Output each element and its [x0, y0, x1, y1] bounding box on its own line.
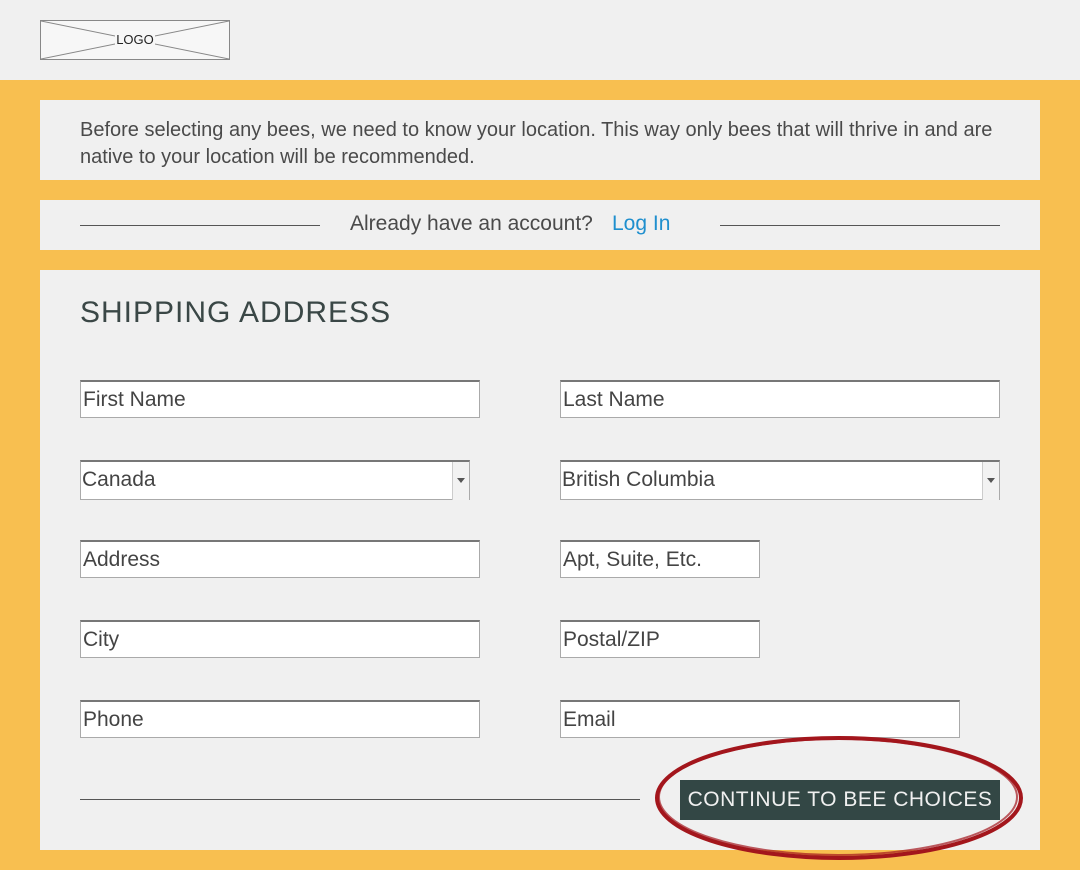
header: LOGO: [0, 0, 1080, 80]
country-dropdown-button[interactable]: [452, 462, 469, 500]
shipping-form: SHIPPING ADDRESS Canada British Columbia…: [40, 270, 1040, 850]
address-input[interactable]: [80, 540, 480, 578]
city-input[interactable]: [80, 620, 480, 658]
intro-panel: Before selecting any bees, we need to kn…: [40, 100, 1040, 180]
email-input[interactable]: [560, 700, 960, 738]
province-dropdown-button[interactable]: [982, 462, 999, 500]
postal-zip-input[interactable]: [560, 620, 760, 658]
intro-text: Before selecting any bees, we need to kn…: [80, 119, 993, 168]
chevron-down-icon: [987, 478, 995, 483]
logo-text: LOGO: [115, 32, 155, 47]
main-content: Before selecting any bees, we need to kn…: [0, 80, 1080, 870]
province-select-value: British Columbia: [562, 468, 715, 491]
continue-to-bee-choices-button[interactable]: CONTINUE TO BEE CHOICES: [680, 780, 1000, 820]
country-select[interactable]: Canada: [80, 460, 470, 500]
account-panel: Already have an account? Log In: [40, 200, 1040, 250]
first-name-input[interactable]: [80, 380, 480, 418]
last-name-input[interactable]: [560, 380, 1000, 418]
divider-left: [80, 225, 320, 226]
form-title: SHIPPING ADDRESS: [80, 296, 392, 329]
form-bottom-divider: [80, 799, 640, 800]
province-select[interactable]: British Columbia: [560, 460, 1000, 500]
country-select-value: Canada: [82, 468, 156, 491]
logo-placeholder[interactable]: LOGO: [40, 20, 230, 60]
chevron-down-icon: [457, 478, 465, 483]
login-link[interactable]: Log In: [612, 212, 670, 236]
phone-input[interactable]: [80, 700, 480, 738]
account-question: Already have an account?: [350, 212, 593, 235]
divider-right: [720, 225, 1000, 226]
apt-suite-input[interactable]: [560, 540, 760, 578]
